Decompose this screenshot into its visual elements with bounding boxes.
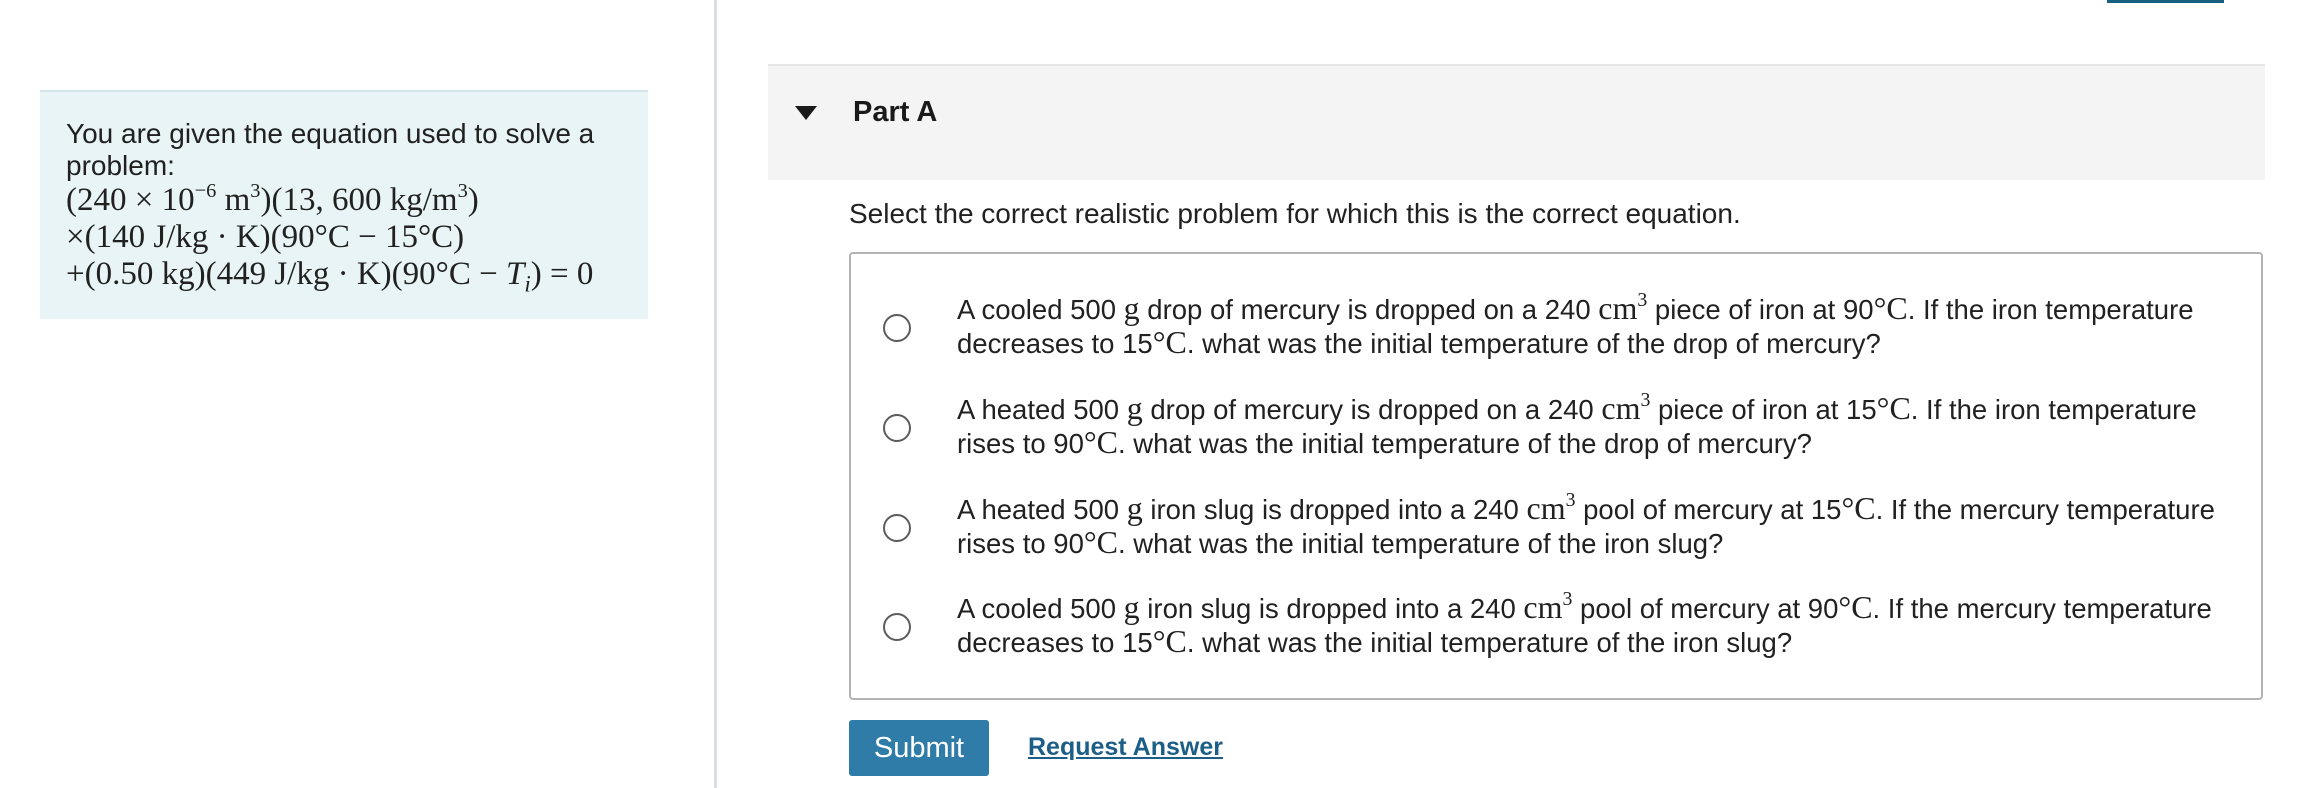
question-prompt: Select the correct realistic problem for… [849,198,1741,229]
active-tab-indicator [2107,0,2224,3]
answer-options: A cooled 500 g drop of mercury is droppe… [849,252,2263,700]
option-2-text: A heated 500 g drop of mercury is droppe… [957,389,2197,460]
intro-text: You are given the equation used to solve… [66,118,595,181]
option-3-text: A heated 500 g iron slug is dropped into… [957,489,2215,560]
option-1[interactable]: A cooled 500 g drop of mercury is droppe… [879,289,2249,378]
caret-down-icon[interactable] [795,106,817,120]
submit-button[interactable]: Submit [849,720,989,776]
panel-divider [714,0,717,788]
request-answer-link[interactable]: Request Answer [1028,733,1223,762]
option-3[interactable]: A heated 500 g iron slug is dropped into… [879,489,2249,578]
given-equation: (240 × 10−6 m3)(13, 600 kg/m3) ×(140 J/k… [66,179,648,297]
radio-unchecked-icon[interactable] [883,414,911,442]
equation-line-1: (240 × 10−6 m3)(13, 600 kg/m3) [66,179,479,218]
problem-intro-panel: You are given the equation used to solve… [40,90,648,319]
option-4-text: A cooled 500 g iron slug is dropped into… [957,588,2212,659]
option-4[interactable]: A cooled 500 g iron slug is dropped into… [879,588,2249,677]
option-1-text: A cooled 500 g drop of mercury is droppe… [957,289,2194,360]
part-a-header[interactable]: Part A [768,64,2265,180]
equation-line-2: ×(140 J/kg · K)(90°C − 15°C) [66,219,465,255]
option-2[interactable]: A heated 500 g drop of mercury is droppe… [879,389,2249,478]
equation-line-3: +(0.50 kg)(449 J/kg · K)(90°C − Ti) = 0 [66,256,594,297]
radio-unchecked-icon[interactable] [883,314,911,342]
part-title: Part A [853,96,938,128]
radio-unchecked-icon[interactable] [883,613,911,641]
radio-unchecked-icon[interactable] [883,514,911,542]
